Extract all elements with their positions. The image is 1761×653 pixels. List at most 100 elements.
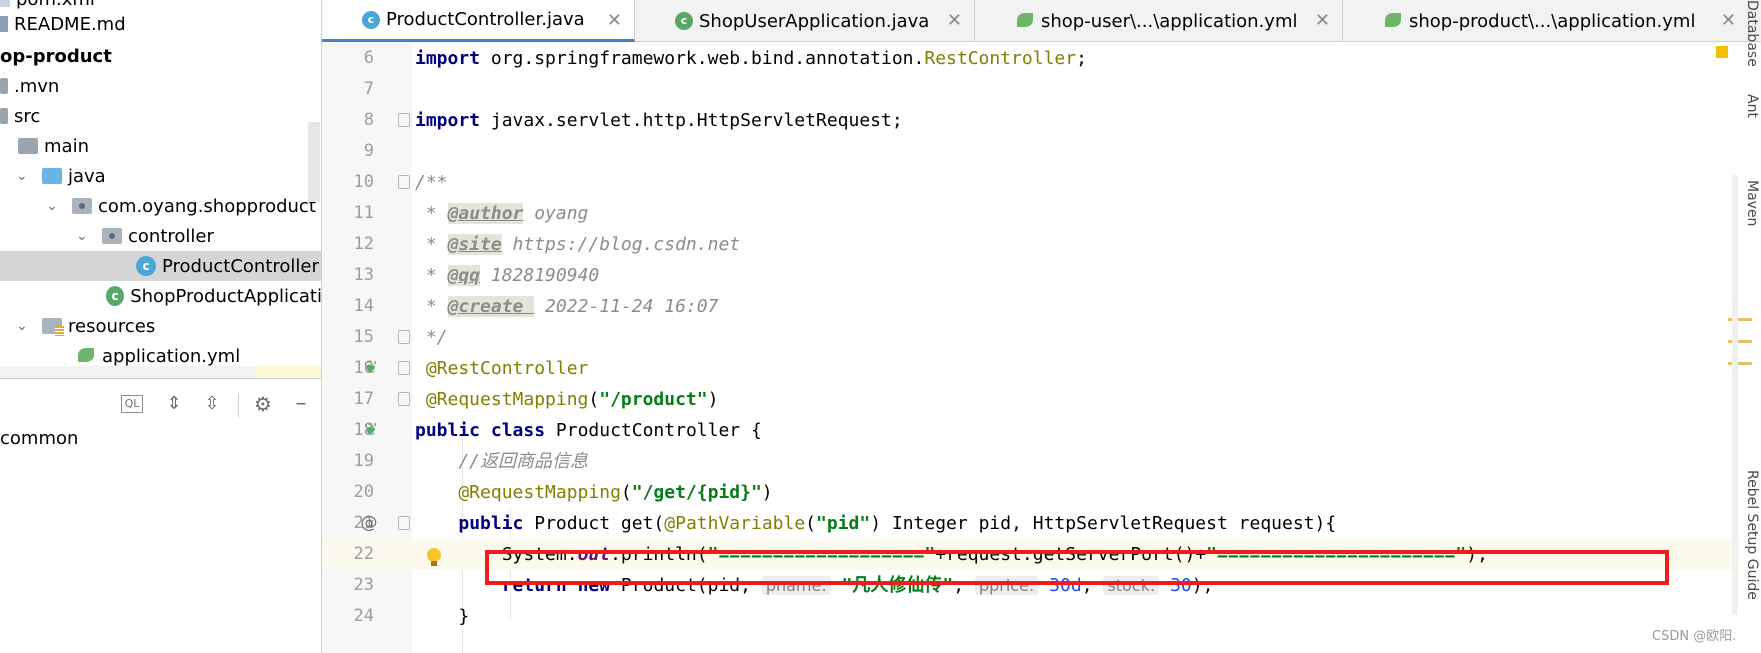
- code-line-14: 14 * @create 2022-11-24 16:07: [322, 291, 1761, 322]
- tree-item-main[interactable]: main: [0, 131, 321, 161]
- rebel-setup-guide-tool-tab[interactable]: Rebel Setup Guide: [1744, 470, 1760, 600]
- code-line-20: 20 @RequestMapping("/get/{pid}"): [322, 477, 1761, 508]
- tree-item-mvn[interactable]: .mvn: [0, 71, 321, 101]
- source-folder-icon: [42, 168, 62, 184]
- tree-item-label: com.oyang.shopproduct: [98, 195, 316, 217]
- tree-horizontal-scrollbar[interactable]: [0, 366, 321, 378]
- lightbulb-icon[interactable]: [426, 548, 442, 566]
- tree-item-label: controller: [128, 225, 214, 247]
- close-icon[interactable]: ✕: [1721, 10, 1736, 31]
- chevron-down-icon[interactable]: ⌄: [16, 168, 30, 184]
- tab-shop-user-application[interactable]: c ShopUserApplication.java ✕: [635, 0, 975, 42]
- at-sign-icon[interactable]: @: [358, 512, 380, 534]
- keyword: import: [415, 110, 481, 131]
- code-text: javax.servlet.http.HttpServletRequest;: [480, 110, 903, 131]
- close-icon[interactable]: ✕: [1315, 10, 1330, 31]
- maven-tool-tab[interactable]: Maven: [1744, 180, 1760, 226]
- spring-bean-icon[interactable]: ❦: [360, 357, 382, 379]
- fold-marker-icon[interactable]: [398, 392, 410, 406]
- yaml-leaf-icon: [1383, 11, 1403, 31]
- fold-marker-icon[interactable]: [398, 113, 410, 127]
- tree-item-label: ShopProductApplicati: [130, 285, 322, 307]
- tree-item-java[interactable]: ⌄ java: [0, 161, 321, 191]
- tab-shop-user-application-yml[interactable]: shop-user\...\application.yml ✕: [975, 0, 1343, 42]
- tree-item-package-root[interactable]: ⌄ com.oyang.shopproduct: [0, 191, 321, 221]
- annotation: @RequestMapping: [415, 482, 621, 503]
- collapse-all-icon[interactable]: ⇳: [199, 391, 225, 417]
- lower-panel-toolbar: QL ⇕ ⇳ ⚙ –: [0, 385, 321, 425]
- tree-item-src[interactable]: src: [0, 101, 321, 131]
- database-tool-tab[interactable]: Database: [1744, 0, 1760, 67]
- tree-item-product-controller[interactable]: c ProductController: [0, 251, 321, 281]
- chevron-down-icon[interactable]: ⌄: [46, 198, 60, 214]
- line-number: 7: [363, 79, 374, 99]
- gear-icon[interactable]: ⚙: [250, 391, 276, 417]
- comment: oyang: [523, 203, 589, 224]
- comment: //返回商品信息: [415, 451, 589, 472]
- tab-product-controller[interactable]: c ProductController.java ✕: [322, 0, 635, 42]
- tree-item-module[interactable]: op-product: [0, 41, 321, 71]
- line-number: 23: [353, 575, 374, 595]
- tree-scrollbar-thumb[interactable]: [308, 122, 320, 202]
- code-text: Product get(: [523, 513, 665, 534]
- line-number: 15: [353, 327, 374, 347]
- tab-label: ProductController.java: [386, 9, 585, 30]
- panel-divider[interactable]: [0, 378, 321, 379]
- tree-item-resources[interactable]: ⌄ resources: [0, 311, 321, 341]
- project-tool-window: pom.xml README.md op-product .mvn src ma…: [0, 0, 322, 653]
- annotation: @PathVariable: [664, 513, 806, 534]
- javadoc-tag: @site: [447, 234, 502, 255]
- code-line-21: 21 @ public Product get(@PathVariable("p…: [322, 508, 1761, 539]
- comment: 1828190940: [480, 265, 600, 286]
- class-icon: c: [136, 256, 156, 276]
- line-number: 9: [363, 141, 374, 161]
- string-literal: "/product": [599, 389, 708, 410]
- warning-indicator-icon[interactable]: [1716, 46, 1728, 58]
- tab-label: shop-product\...\application.yml: [1409, 10, 1696, 32]
- close-icon[interactable]: ✕: [607, 10, 622, 31]
- lower-panel-item-common[interactable]: common: [0, 428, 78, 449]
- chevron-down-icon[interactable]: ⌄: [16, 318, 30, 334]
- code-text: ): [761, 482, 773, 503]
- toolbar-separator: [238, 393, 239, 417]
- ql-icon[interactable]: QL: [121, 395, 143, 413]
- code-line-11: 11 * @author oyang: [322, 198, 1761, 229]
- spring-bean-icon[interactable]: ❦: [360, 419, 382, 441]
- tab-shop-product-application-yml[interactable]: shop-product\...\application.yml ✕: [1343, 0, 1749, 42]
- ant-tool-tab[interactable]: Ant: [1744, 94, 1760, 118]
- keyword: public: [415, 420, 481, 441]
- code-text: ): [707, 389, 719, 410]
- close-icon[interactable]: ✕: [947, 10, 962, 31]
- minimize-icon[interactable]: –: [288, 391, 314, 417]
- javadoc-tag: @author: [447, 203, 524, 224]
- tree-item-readme[interactable]: README.md: [0, 9, 321, 39]
- line-number: 14: [353, 296, 374, 316]
- csdn-watermark: CSDN @欧阳.: [1652, 629, 1737, 644]
- javadoc-tag: @create: [447, 296, 535, 317]
- line-number: 20: [353, 482, 374, 502]
- editor-scrollbar[interactable]: [1732, 175, 1738, 615]
- tab-label: ShopUserApplication.java: [699, 10, 930, 32]
- tree-item-shop-product-application[interactable]: c ShopProductApplicati: [0, 281, 322, 311]
- tree-item-label: README.md: [14, 13, 126, 35]
- annotation: @RestController: [415, 358, 589, 379]
- code-line-9: 9: [322, 136, 1761, 167]
- comment: */: [415, 327, 448, 348]
- folder-icon: [18, 138, 38, 154]
- tree-item-controller[interactable]: ⌄ controller: [0, 221, 321, 251]
- code-text: }: [415, 606, 470, 627]
- code-text: ) Integer pid, HttpServletRequest reques…: [870, 513, 1337, 534]
- fold-marker-icon[interactable]: [398, 330, 410, 344]
- editor-tab-bar: c ProductController.java ✕ c ShopUserApp…: [322, 0, 1761, 42]
- tree-item-label: application.yml: [102, 345, 241, 367]
- comment: https://blog.csdn.net: [501, 234, 741, 255]
- expand-all-icon[interactable]: ⇕: [161, 391, 187, 417]
- code-line-10: 10 /**: [322, 167, 1761, 198]
- code-text: (: [805, 513, 817, 534]
- tree-item-label: main: [44, 135, 89, 157]
- fold-marker-icon[interactable]: [398, 361, 410, 375]
- chevron-down-icon[interactable]: ⌄: [76, 228, 90, 244]
- fold-marker-icon[interactable]: [398, 175, 410, 189]
- fold-marker-icon[interactable]: [398, 516, 410, 530]
- resources-folder-icon: [42, 318, 64, 336]
